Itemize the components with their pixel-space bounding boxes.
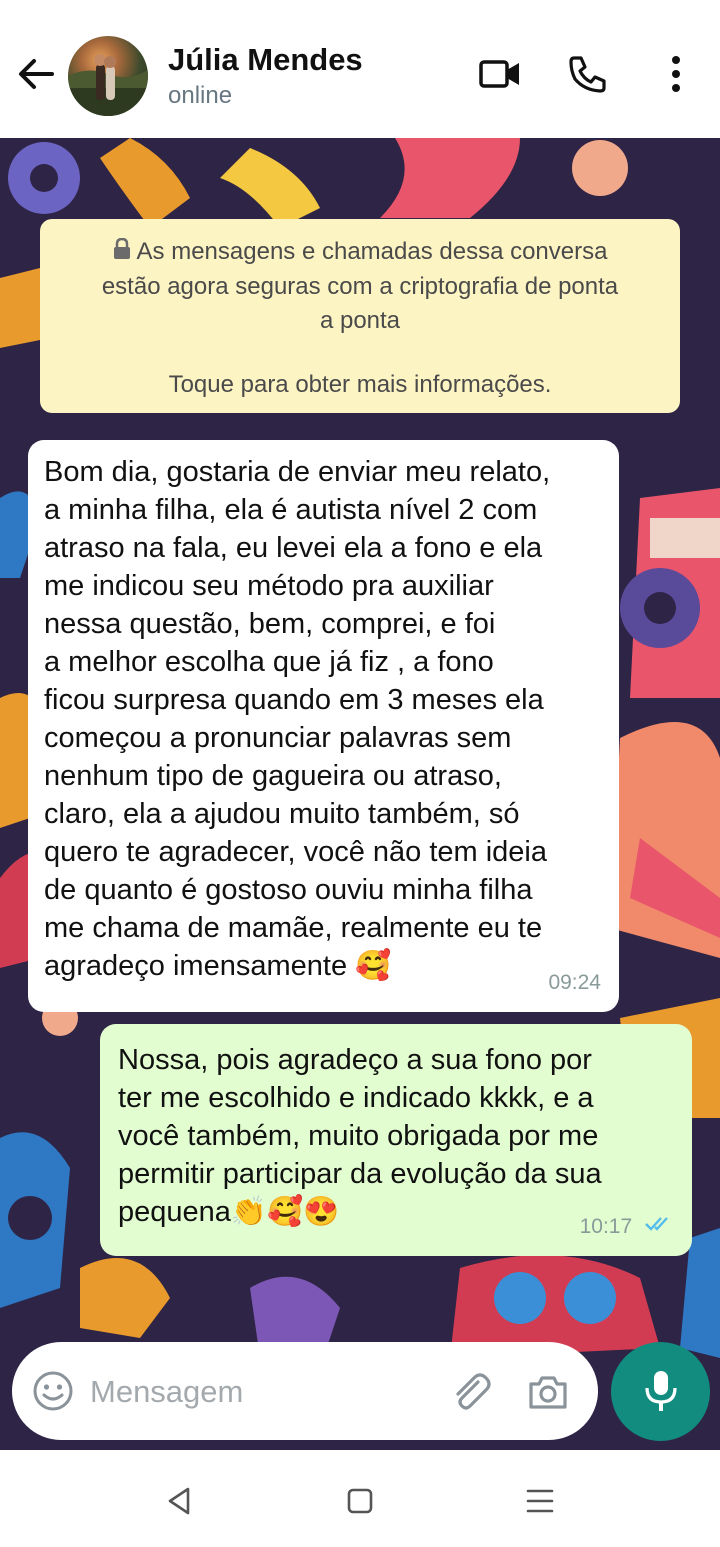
notice-more-info: Toque para obter mais informações. — [168, 370, 552, 398]
system-nav-bar — [0, 1451, 720, 1547]
read-receipt-icon — [644, 1208, 674, 1246]
message-time: 10:17 — [579, 1214, 633, 1238]
notice-line-2: estão agora seguras com a criptografia d… — [101, 272, 619, 300]
message-composer — [12, 1342, 598, 1440]
encryption-notice[interactable]: As mensagens e chamadas dessa conversa e… — [40, 219, 680, 413]
lock-icon — [113, 236, 131, 270]
outgoing-message[interactable]: Nossa, pois agradeço a sua fono por ter … — [100, 1024, 692, 1256]
message-input[interactable] — [90, 1372, 420, 1412]
nav-recents-icon[interactable] — [520, 1481, 560, 1521]
mic-icon — [645, 1371, 677, 1411]
voice-call-icon[interactable] — [564, 50, 612, 98]
chat-header: Júlia Mendes online — [0, 0, 720, 138]
message-meta: 10:17 — [580, 1208, 674, 1246]
emoji-icon[interactable] — [32, 1370, 74, 1412]
attach-icon[interactable] — [448, 1370, 492, 1414]
contact-status: online — [168, 82, 233, 109]
message-text: Nossa, pois agradeço a sua fono por ter … — [118, 1044, 602, 1228]
message-text: Bom dia, gostaria de enviar meu relato, … — [44, 456, 551, 982]
back-arrow-icon[interactable] — [14, 52, 58, 96]
nav-home-icon[interactable] — [340, 1481, 380, 1521]
message-time: 09:24 — [548, 971, 601, 994]
camera-icon[interactable] — [526, 1370, 570, 1414]
avatar[interactable] — [68, 36, 148, 116]
contact-name[interactable]: Júlia Mendes — [168, 42, 363, 78]
nav-back-icon[interactable] — [160, 1481, 200, 1521]
mic-button[interactable] — [611, 1342, 710, 1441]
notice-line-1: As mensagens e chamadas dessa conversa — [136, 238, 608, 265]
more-options-icon[interactable] — [652, 50, 700, 98]
chat-area[interactable]: As mensagens e chamadas dessa conversa e… — [0, 138, 720, 1450]
video-call-icon[interactable] — [476, 50, 524, 98]
incoming-message[interactable]: Bom dia, gostaria de enviar meu relato, … — [28, 440, 619, 1012]
notice-line-3: a ponta — [319, 306, 401, 334]
